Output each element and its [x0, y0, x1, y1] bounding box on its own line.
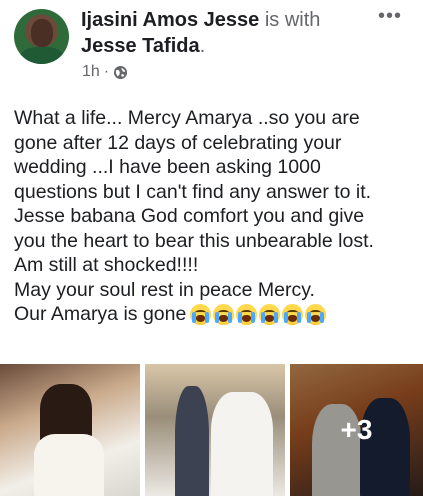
photo-bride — [211, 392, 273, 496]
author-avatar[interactable] — [14, 9, 69, 64]
post-line-last: Our Amarya is gone — [14, 302, 419, 327]
post-line: May your soul rest in peace Mercy. — [14, 278, 315, 301]
photo-3[interactable]: +3 — [290, 364, 423, 496]
meta-dot: · — [103, 63, 110, 80]
more-photos-count: +3 — [340, 414, 373, 445]
post-line: wedding ...I have been asking 1000 — [14, 156, 321, 178]
crying-face-icon — [213, 304, 235, 326]
author-name[interactable]: Ijasini Amos Jesse — [81, 9, 259, 31]
photo-1[interactable] — [0, 364, 140, 496]
tagged-line: Jesse Tafida. — [81, 34, 205, 58]
photo-2[interactable] — [145, 364, 285, 496]
avatar-face — [31, 19, 53, 47]
tagged-person[interactable]: Jesse Tafida — [81, 35, 200, 57]
tagged-suffix: . — [199, 35, 206, 57]
post-line: Jesse babana God comfort you and give — [14, 205, 365, 227]
more-options-icon[interactable]: ••• — [378, 6, 402, 26]
post-line: you the heart to bear this unbearable lo… — [14, 229, 374, 252]
post-line: questions but I can't find any answer to… — [14, 180, 372, 203]
post-body: What a life... Mercy Amarya ..so you are… — [14, 106, 419, 327]
crying-emoji-group — [190, 304, 327, 326]
post-line: What a life... Mercy Amarya ..so you are — [14, 107, 360, 129]
crying-face-icon — [305, 304, 327, 326]
post-meta: 1h · — [82, 62, 128, 82]
post-time[interactable]: 1h — [82, 62, 100, 82]
photo-dress — [34, 434, 104, 496]
more-photos-overlay[interactable]: +3 — [290, 364, 423, 496]
author-line: Ijasini Amos Jesse is with — [81, 8, 320, 32]
crying-face-icon — [259, 304, 281, 326]
photo-groom — [175, 386, 209, 496]
avatar-shirt — [19, 47, 65, 64]
photo-grid: +3 — [0, 364, 423, 496]
crying-face-icon — [282, 304, 304, 326]
post-line: gone after 12 days of celebrating your — [14, 131, 342, 154]
crying-face-icon — [236, 304, 258, 326]
with-text: is with — [264, 9, 321, 31]
post-header: Ijasini Amos Jesse is with Jesse Tafida.… — [0, 0, 423, 90]
crying-face-icon — [190, 304, 212, 326]
globe-icon[interactable] — [113, 65, 128, 80]
post-line: Am still at shocked!!!! — [14, 254, 199, 276]
post-line-text: Our Amarya is gone — [14, 303, 187, 325]
